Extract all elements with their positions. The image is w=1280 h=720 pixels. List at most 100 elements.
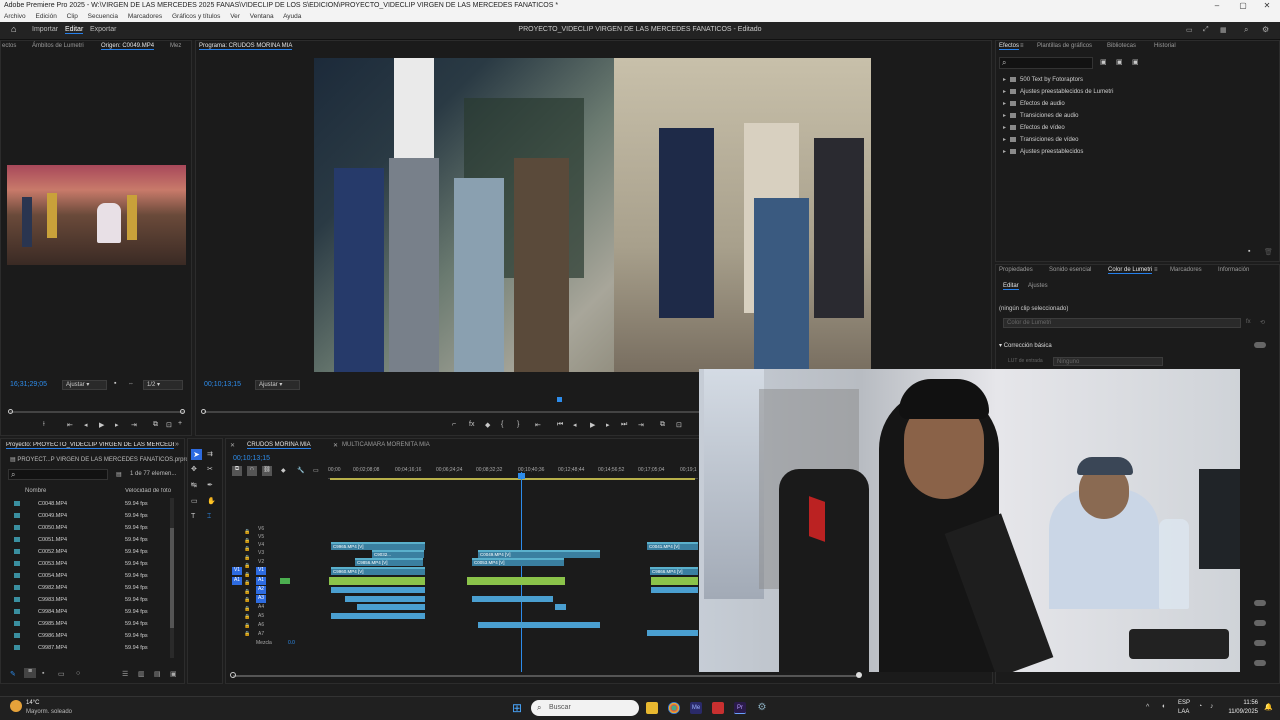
audio-clip[interactable] [472, 596, 553, 602]
tray-app-icon[interactable]: ◐ [1162, 703, 1166, 710]
tab-program[interactable]: Programa: CRUDOS MORINA MIA [199, 43, 293, 50]
list-item[interactable]: C0050.MP4 59.94 fps [12, 522, 172, 534]
source-patch-a1[interactable]: A1 [232, 577, 242, 585]
tab-mixer[interactable]: Mez [170, 43, 181, 49]
settings-icon[interactable]: ⚙ [1262, 25, 1269, 34]
source-scrubber[interactable] [10, 411, 184, 413]
weather-temp[interactable]: 14°C [26, 700, 39, 706]
timeline-playhead[interactable] [521, 472, 522, 672]
source-timecode[interactable]: 16;31;29;05 [10, 381, 47, 388]
section-toggle[interactable] [1254, 660, 1266, 666]
source-in-handle[interactable] [8, 409, 13, 414]
type-tool-icon[interactable]: T [191, 513, 195, 520]
audio-clip[interactable] [357, 604, 425, 610]
play-icon[interactable]: ▶ [99, 421, 104, 429]
track-lock-icons[interactable]: 🔒 🔒 🔒 🔒 🔒 🔒 🔒 🔒 🔒 🔒 🔒 🔒 🔒 [244, 528, 284, 638]
input-lang[interactable]: ESP [1178, 700, 1190, 706]
weather-desc[interactable]: Mayorm. soleado [26, 709, 72, 715]
program-scrubber[interactable] [204, 411, 699, 413]
tab-sequence-multicamara[interactable]: MULTICAMARA MORENITA MIA [342, 442, 430, 448]
effects-folder-item[interactable]: ▸ Transiciones de audio [1003, 111, 1079, 121]
tab-importar[interactable]: Importar [32, 26, 58, 33]
close-icon[interactable]: ✕ [333, 442, 338, 449]
close-button[interactable]: ✕ [1256, 0, 1278, 12]
project-scrollbar[interactable] [170, 498, 174, 658]
new-bin-icon[interactable]: ▪ [1248, 248, 1250, 255]
program-fit-dropdown[interactable]: Ajustar ▾ [255, 380, 300, 390]
weather-icon[interactable] [10, 700, 22, 712]
hand-tool-icon[interactable]: ✋ [207, 497, 216, 505]
effects-folder-item[interactable]: ▸ Ajustes preestablecidos [1003, 147, 1083, 157]
add-marker-icon[interactable]: ◆ [281, 467, 286, 474]
audio-clip[interactable] [331, 613, 425, 619]
mix-value[interactable]: 0.0 [288, 640, 295, 646]
selection-tool-icon[interactable]: ➤ [191, 449, 202, 460]
step-forward-icon[interactable]: ⏭ [621, 421, 627, 429]
list-item[interactable]: C9985.MP4 59.94 fps [12, 618, 172, 630]
rectangle-tool-icon[interactable]: ▭ [191, 497, 198, 505]
taskbar-search-input[interactable]: ⌕ Buscar [531, 700, 639, 716]
app-red-icon[interactable] [712, 702, 724, 714]
frame-back-icon[interactable]: ◂ [84, 421, 88, 429]
lift-icon[interactable]: ⧉ [660, 421, 665, 429]
tab-libraries[interactable]: Bibliotecas [1107, 43, 1136, 49]
media-encoder-icon[interactable]: Me [690, 702, 702, 714]
mark-out-icon[interactable]: } [517, 421, 519, 428]
accelerated-effects-icon[interactable]: ▣ [1100, 58, 1107, 66]
menu-secuencia[interactable]: Secuencia [88, 13, 118, 20]
ripple-edit-icon[interactable]: ✥ [191, 465, 197, 473]
source-fit-dropdown[interactable]: Ajustar ▾ [62, 380, 107, 390]
project-search-input[interactable]: ⌕ [8, 469, 108, 480]
section-toggle[interactable] [1254, 342, 1266, 348]
play-icon[interactable]: ▶ [590, 421, 595, 429]
timeline-timecode[interactable]: 00;10;13;15 [233, 455, 270, 462]
frame-forward-icon[interactable]: ▸ [115, 421, 119, 429]
lut-dropdown[interactable]: Ninguno [1053, 357, 1163, 366]
mark-in-icon[interactable]: ⟊ [43, 421, 45, 429]
tab-graphics-templates[interactable]: Plantillas de gráficos [1037, 43, 1092, 49]
column-fps-header[interactable]: Velocidad de fotog [125, 488, 171, 494]
tab-info[interactable]: Información [1218, 267, 1249, 273]
video-clip[interactable]: C9866.MP4 [V] [650, 567, 698, 575]
menu-ayuda[interactable]: Ayuda [283, 13, 301, 20]
audio-clip[interactable] [647, 630, 698, 636]
timeline-horizontal-scrollbar[interactable] [233, 675, 858, 677]
menu-graficos[interactable]: Gráficos y títulos [172, 13, 220, 20]
menu-ventana[interactable]: Ventana [250, 13, 274, 20]
zoom-slider-icon[interactable]: ○ [76, 670, 80, 677]
caption-tool-icon[interactable]: ⌶ [207, 513, 211, 521]
frame-back-icon[interactable]: ◂ [573, 421, 577, 429]
extract-icon[interactable]: ⊡ [676, 421, 682, 429]
tab-effects[interactable]: Efectos [999, 43, 1020, 50]
delete-icon[interactable]: 🗑 [1264, 248, 1273, 256]
minimize-button[interactable]: – [1206, 0, 1228, 12]
audio-clip[interactable] [651, 577, 698, 585]
linked-selection-icon[interactable]: ⛓ [262, 466, 272, 476]
windows-start-icon[interactable]: ⊞ [512, 702, 524, 714]
premiere-pro-icon[interactable]: Pr [734, 702, 746, 714]
menu-marcadores[interactable]: Marcadores [128, 13, 162, 20]
icon-view-icon[interactable]: ▪ [42, 670, 44, 677]
effects-folder-item[interactable]: ▸ Transiciones de vídeo [1003, 135, 1079, 145]
source-resolution-dropdown[interactable]: 1/2 ▾ [143, 380, 183, 390]
new-item-icon[interactable]: ▣ [170, 670, 177, 678]
snap-icon[interactable]: ∩ [247, 466, 257, 476]
list-item[interactable]: C0052.MP4 59.94 fps [12, 546, 172, 558]
notifications-icon[interactable]: 🔔 [1264, 703, 1273, 711]
tab-lumetri-scopes[interactable]: Ámbitos de Lumetri [32, 43, 84, 49]
tab-markers[interactable]: Marcadores [1170, 267, 1202, 273]
tab-exportar[interactable]: Exportar [90, 26, 116, 33]
clock-time[interactable]: 11:56 [1222, 700, 1258, 706]
tab-properties[interactable]: Propiedades [999, 267, 1033, 273]
effects-folder-item[interactable]: ▸ Efectos de audio [1003, 99, 1065, 109]
audio-clip[interactable] [651, 587, 698, 593]
scroll-handle-left[interactable] [230, 672, 236, 678]
audio-clip[interactable] [467, 577, 565, 585]
list-item[interactable]: C9984.MP4 59.94 fps [12, 606, 172, 618]
add-marker-icon[interactable]: ◆ [485, 421, 490, 429]
pencil-icon[interactable]: ✎ [10, 670, 16, 678]
go-to-in-icon[interactable]: ⇤ [535, 421, 541, 429]
close-icon[interactable]: ✕ [230, 442, 235, 449]
step-forward-icon[interactable]: ⇥ [131, 421, 137, 429]
video-clip[interactable]: C9965.MP4 [V] [331, 542, 425, 550]
